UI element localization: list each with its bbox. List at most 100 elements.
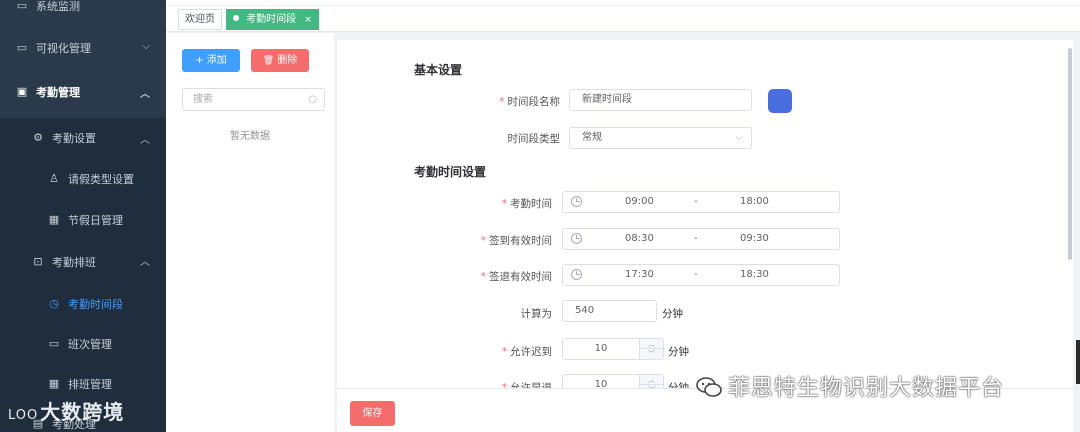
card-icon: ▭	[48, 337, 60, 350]
checkin-time-end: 09:30	[740, 233, 769, 244]
work-time-start: 09:00	[625, 196, 654, 207]
checkin-valid-time-label: * 签到有效时间	[480, 235, 552, 247]
sidebar-item-label: 系统监测	[36, 0, 80, 13]
sidebar-item-leave-type[interactable]: ♙ 请假类型设置	[0, 158, 166, 200]
monitor-icon: ▭	[16, 41, 28, 54]
time-period-name-value: 新建时间段	[582, 94, 632, 105]
increment-icon[interactable]: ︿	[639, 375, 663, 385]
form-scrollbar[interactable]	[1068, 48, 1072, 260]
color-picker[interactable]	[768, 89, 792, 113]
active-dot-icon	[233, 15, 239, 21]
clock-icon	[571, 196, 582, 207]
sidebar-item-visual-management[interactable]: ▭ 可视化管理 ⌵	[0, 28, 166, 68]
checkout-valid-time-label: * 签退有效时间	[480, 271, 552, 283]
sidebar: ▭ 系统监测 ▭ 可视化管理 ⌵ ▣ 考勤管理 ︿ ⚙ 考勤设置 ︿ ♙ 请假类…	[0, 0, 166, 432]
sidebar-item-label: 排班管理	[68, 378, 112, 391]
watermark-left-text: 大数跨境	[40, 400, 125, 424]
calculated-minutes-value: 540	[575, 305, 595, 316]
top-strip	[166, 0, 1080, 6]
clock-icon	[571, 269, 582, 280]
sidebar-item-label: 班次管理	[68, 338, 112, 351]
calendar-check-icon: ▣	[16, 85, 28, 98]
basic-settings-title: 基本设置	[414, 63, 463, 77]
plus-icon: +	[195, 55, 204, 66]
sidebar-item-label: 可视化管理	[36, 42, 91, 55]
time-period-type-select[interactable]: 常规 ⌵	[569, 127, 752, 149]
sidebar-item-attendance-scheduling[interactable]: ⊡ 考勤排班 ︿	[0, 240, 166, 284]
sidebar-item-attendance-settings[interactable]: ⚙ 考勤设置 ︿	[0, 118, 166, 158]
range-separator: -	[694, 269, 698, 280]
time-period-list-panel: + 添加 🗑 删除 搜索 ○ 暂无数据	[166, 33, 334, 432]
add-button[interactable]: + 添加	[182, 49, 240, 72]
sidebar-item-system-monitor[interactable]: ▭ 系统监测	[0, 0, 166, 26]
sidebar-item-label: 考勤设置	[52, 132, 96, 145]
sidebar-item-label: 节假日管理	[68, 214, 123, 227]
empty-state-text: 暂无数据	[230, 131, 270, 142]
save-button[interactable]: 保存	[350, 401, 395, 426]
delete-button-label: 删除	[277, 55, 298, 66]
allow-late-stepper[interactable]: 10 ︿ ﹀	[562, 338, 664, 360]
calculated-minutes-input[interactable]: 540	[562, 300, 657, 322]
checkin-time-start: 08:30	[625, 233, 654, 244]
checkin-time-range-picker[interactable]: 08:30 - 09:30	[562, 228, 840, 250]
increment-icon[interactable]: ︿	[639, 339, 663, 349]
trash-icon: 🗑	[262, 56, 275, 66]
watermark-left: LOO 大数跨境	[8, 396, 124, 425]
search-placeholder: 搜索	[193, 94, 213, 105]
sidebar-item-shift-management[interactable]: ▭ 班次管理	[0, 324, 166, 364]
range-separator: -	[694, 233, 698, 244]
decrement-icon[interactable]: ﹀	[639, 349, 663, 359]
work-time-range-picker[interactable]: 09:00 - 18:00	[562, 191, 840, 213]
close-icon[interactable]: ×	[304, 15, 312, 25]
tab-welcome[interactable]: 欢迎页	[178, 9, 222, 30]
sidebar-item-attendance-management[interactable]: ▣ 考勤管理 ︿	[0, 72, 166, 112]
chevron-up-icon: ︿	[140, 257, 150, 268]
chevron-up-icon: ︿	[140, 135, 150, 146]
watermark-right: 菲思特生物识别大数据平台	[696, 370, 1004, 402]
chevron-down-icon: ⌵	[142, 41, 150, 52]
wechat-icon	[696, 377, 722, 397]
watermark-right-text: 菲思特生物识别大数据平台	[728, 376, 1005, 401]
clock-icon: ◷	[49, 297, 59, 310]
calendar-icon: ▦	[48, 213, 60, 226]
sidebar-item-holiday-management[interactable]: ▦ 节假日管理	[0, 200, 166, 240]
tab-label: 欢迎页	[185, 14, 215, 25]
delete-button[interactable]: 🗑 删除	[251, 49, 309, 72]
settings-icon: ⚙	[33, 131, 43, 144]
monitor-icon: ▭	[16, 0, 28, 12]
allow-late-value: 10	[594, 343, 608, 354]
add-button-label: 添加	[206, 55, 227, 66]
minutes-unit: 分钟	[668, 346, 689, 358]
tab-attendance-time-period[interactable]: 考勤时间段 ×	[226, 9, 319, 30]
time-period-name-input[interactable]: 新建时间段	[569, 89, 752, 111]
clock-icon	[571, 233, 582, 244]
checkout-time-start: 17:30	[625, 269, 654, 280]
calculated-as-label: 计算为	[520, 308, 553, 320]
chevron-up-icon: ︿	[140, 89, 150, 100]
time-period-type-value: 常规	[582, 132, 602, 143]
sidebar-item-label: 考勤时间段	[68, 298, 123, 311]
checkout-time-range-picker[interactable]: 17:30 - 18:30	[562, 264, 840, 286]
attendance-time-settings-title: 考勤时间设置	[414, 165, 487, 179]
schedule-icon: ⊡	[33, 255, 43, 268]
work-time-label: * 考勤时间	[501, 198, 552, 210]
watermark-logo: LOO	[8, 408, 39, 423]
time-period-name-label: * 时间段名称	[499, 96, 560, 108]
range-separator: -	[694, 196, 698, 207]
sidebar-item-attendance-time-period[interactable]: ◷ 考勤时间段	[0, 284, 166, 324]
chevron-down-icon: ⌵	[735, 132, 743, 143]
calendar-icon: ▦	[48, 377, 60, 390]
sidebar-item-label: 考勤排班	[52, 256, 96, 269]
checkout-time-end: 18:30	[740, 269, 769, 280]
user-icon: ♙	[49, 172, 59, 185]
tab-label: 考勤时间段	[246, 14, 297, 25]
time-period-type-label: 时间段类型	[507, 133, 561, 145]
sidebar-item-label: 请假类型设置	[68, 173, 134, 186]
allow-late-label: * 允许迟到	[501, 346, 552, 358]
sidebar-item-label: 考勤管理	[36, 86, 80, 99]
work-time-end: 18:00	[740, 196, 769, 207]
search-input[interactable]: 搜索 ○	[182, 88, 325, 111]
search-icon: ○	[308, 94, 317, 105]
tab-bar: 欢迎页 考勤时间段 ×	[166, 0, 1080, 32]
minutes-unit: 分钟	[662, 308, 683, 320]
